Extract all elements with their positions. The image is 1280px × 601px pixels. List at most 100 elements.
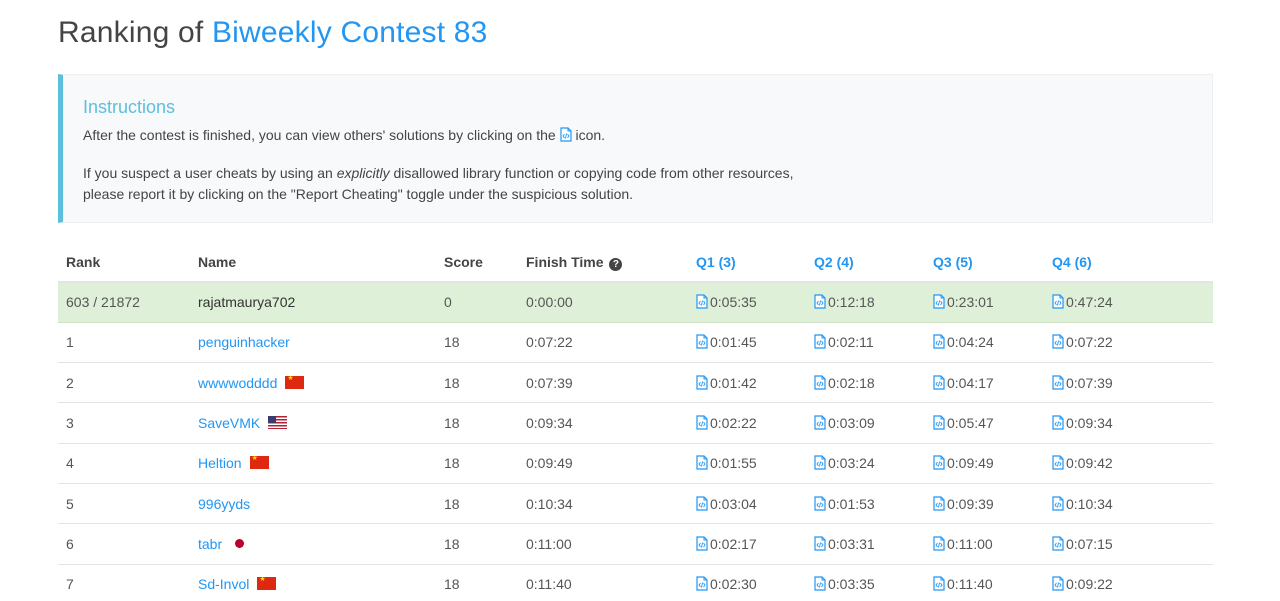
- q2-cell: 0:02:11: [814, 322, 933, 364]
- q3-cell: 0:09:49: [933, 443, 1052, 484]
- view-solution-button[interactable]: [696, 334, 710, 350]
- user-name-link[interactable]: wwwwodddd: [198, 375, 277, 391]
- view-solution-button[interactable]: [814, 536, 828, 552]
- view-solution-button[interactable]: [933, 415, 947, 431]
- finish-time-cell: 0:07:22: [526, 322, 696, 364]
- q4-cell: 0:09:34: [1052, 402, 1213, 444]
- view-solution-button[interactable]: [933, 536, 947, 552]
- cn-flag: [249, 456, 269, 470]
- view-solution-button[interactable]: [1052, 334, 1066, 350]
- view-solution-button[interactable]: [696, 496, 710, 512]
- view-solution-button[interactable]: [814, 455, 828, 471]
- user-name: rajatmaurya702: [198, 294, 296, 311]
- user-name-link[interactable]: 996yyds: [198, 496, 250, 512]
- question-circle-icon[interactable]: ?: [609, 257, 623, 271]
- view-solution-button[interactable]: [696, 576, 710, 592]
- code-file-icon: [933, 375, 945, 390]
- view-solution-button[interactable]: [1052, 496, 1066, 512]
- user-name-link[interactable]: penguinhacker: [198, 334, 290, 350]
- table-row: 4Heltion180:09:490:01:550:03:240:09:490:…: [58, 443, 1213, 484]
- q1-cell: 0:01:45: [696, 322, 814, 364]
- q2-header[interactable]: Q2 (4): [814, 243, 933, 283]
- q4-cell: 0:09:42: [1052, 443, 1213, 484]
- code-file-icon: [814, 294, 826, 309]
- view-solution-button[interactable]: [814, 334, 828, 350]
- code-file-icon: [1052, 334, 1064, 350]
- view-solution-button[interactable]: [933, 334, 947, 350]
- q4-cell: 0:07:39: [1052, 362, 1213, 404]
- view-solution-button[interactable]: [696, 536, 710, 552]
- user-name-link[interactable]: tabr: [198, 536, 222, 552]
- name-cell: rajatmaurya702: [198, 282, 444, 323]
- view-solution-button[interactable]: [933, 455, 947, 471]
- view-solution-button[interactable]: [696, 455, 710, 471]
- q3-cell: 0:23:01: [933, 282, 1052, 323]
- q3-time: 0:23:01: [947, 294, 994, 311]
- view-solution-button[interactable]: [814, 375, 828, 391]
- view-solution-button[interactable]: [1052, 455, 1066, 471]
- q2-time: 0:03:31: [828, 535, 875, 552]
- view-solution-button[interactable]: [1052, 576, 1066, 592]
- user-name-link[interactable]: Sd-Invol: [198, 576, 249, 592]
- view-solution-button[interactable]: [814, 576, 828, 592]
- table-row: 3 SaveVMK 18 0:09:34 0:02:22 0:03:09 0:05:47 0:…: [58, 402, 1213, 444]
- rank-cell: 1: [58, 322, 198, 364]
- table-row: 5 996yyds 18 0:10:34 0:03:04 0:01:53 0:09:39 0:…: [58, 483, 1213, 525]
- us-flag: [268, 416, 288, 430]
- code-file-icon: [933, 536, 945, 551]
- view-solution-button[interactable]: [933, 375, 947, 391]
- name-cell: penguinhacker: [198, 322, 444, 364]
- q1-time: 0:03:04: [710, 495, 757, 512]
- view-solution-button[interactable]: [696, 415, 710, 431]
- view-solution-button[interactable]: [933, 496, 947, 512]
- rank-cell: 603 / 21872: [58, 282, 198, 323]
- code-file-icon: [814, 375, 826, 390]
- q1-cell: 0:02:22: [696, 402, 814, 444]
- code-file-icon: [1052, 294, 1064, 309]
- q3-header[interactable]: Q3 (5): [933, 243, 1052, 283]
- q2-time: 0:03:09: [828, 415, 875, 432]
- view-solution-button[interactable]: [814, 415, 828, 431]
- q2-cell: 0:03:24: [814, 443, 933, 484]
- q4-header[interactable]: Q4 (6): [1052, 243, 1213, 283]
- table-header-row: Rank Name Score Finish Time ? Q1 (3) Q2 …: [58, 243, 1213, 283]
- view-solution-button[interactable]: [814, 294, 828, 310]
- score-cell: 18: [444, 322, 526, 364]
- view-solution-button[interactable]: [933, 294, 947, 310]
- view-solution-button[interactable]: [696, 294, 710, 310]
- code-file-icon: [1052, 496, 1064, 511]
- code-file-icon: [814, 496, 826, 511]
- table-row: 1 penguinhacker 18 0:07:22 0:01:45 0:02:11 0:0…: [58, 322, 1213, 364]
- q1-time: 0:02:22: [710, 415, 757, 432]
- code-file-icon: [696, 576, 708, 591]
- rank-cell: 2: [58, 362, 198, 404]
- q4-time: 0:07:15: [1066, 535, 1113, 552]
- rank-cell: 5: [58, 483, 198, 525]
- instructions-p2-end: disallowed library function or copying c…: [389, 165, 794, 181]
- q1-cell: 0:03:04: [696, 483, 814, 525]
- code-file-icon: [1052, 415, 1064, 430]
- q1-cell: 0:02:30: [696, 564, 814, 601]
- view-solution-button[interactable]: [1052, 375, 1066, 391]
- q2-time: 0:02:11: [828, 334, 874, 351]
- current-user-row: 603 / 21872 rajatmaurya702 0 0:00:00 0:05:35…: [58, 282, 1213, 323]
- q1-header[interactable]: Q1 (3): [696, 243, 814, 283]
- rank-cell: 4: [58, 443, 198, 484]
- q3-cell: 0:04:24: [933, 322, 1052, 364]
- name-cell: Heltion: [198, 443, 444, 484]
- view-solution-button[interactable]: [696, 375, 710, 391]
- view-solution-button[interactable]: [1052, 536, 1066, 552]
- q4-time: 0:09:22: [1066, 576, 1113, 593]
- user-name-link[interactable]: Heltion: [198, 455, 242, 471]
- view-solution-button[interactable]: [1052, 294, 1066, 310]
- view-solution-button[interactable]: [1052, 415, 1066, 431]
- view-solution-button[interactable]: [814, 496, 828, 512]
- q4-time: 0:47:24: [1066, 294, 1113, 311]
- q1-cell: 0:01:55: [696, 443, 814, 484]
- view-solution-button[interactable]: [933, 576, 947, 592]
- table-row: 2wwwwodddd180:07:390:01:420:02:180:04:17…: [58, 362, 1213, 404]
- ranking-table: Rank Name Score Finish Time ? Q1 (3) Q2 …: [58, 243, 1213, 601]
- page-title-prefix: Ranking of: [58, 16, 212, 49]
- user-name-link[interactable]: SaveVMK: [198, 415, 260, 431]
- q1-cell: 0:01:42: [696, 362, 814, 404]
